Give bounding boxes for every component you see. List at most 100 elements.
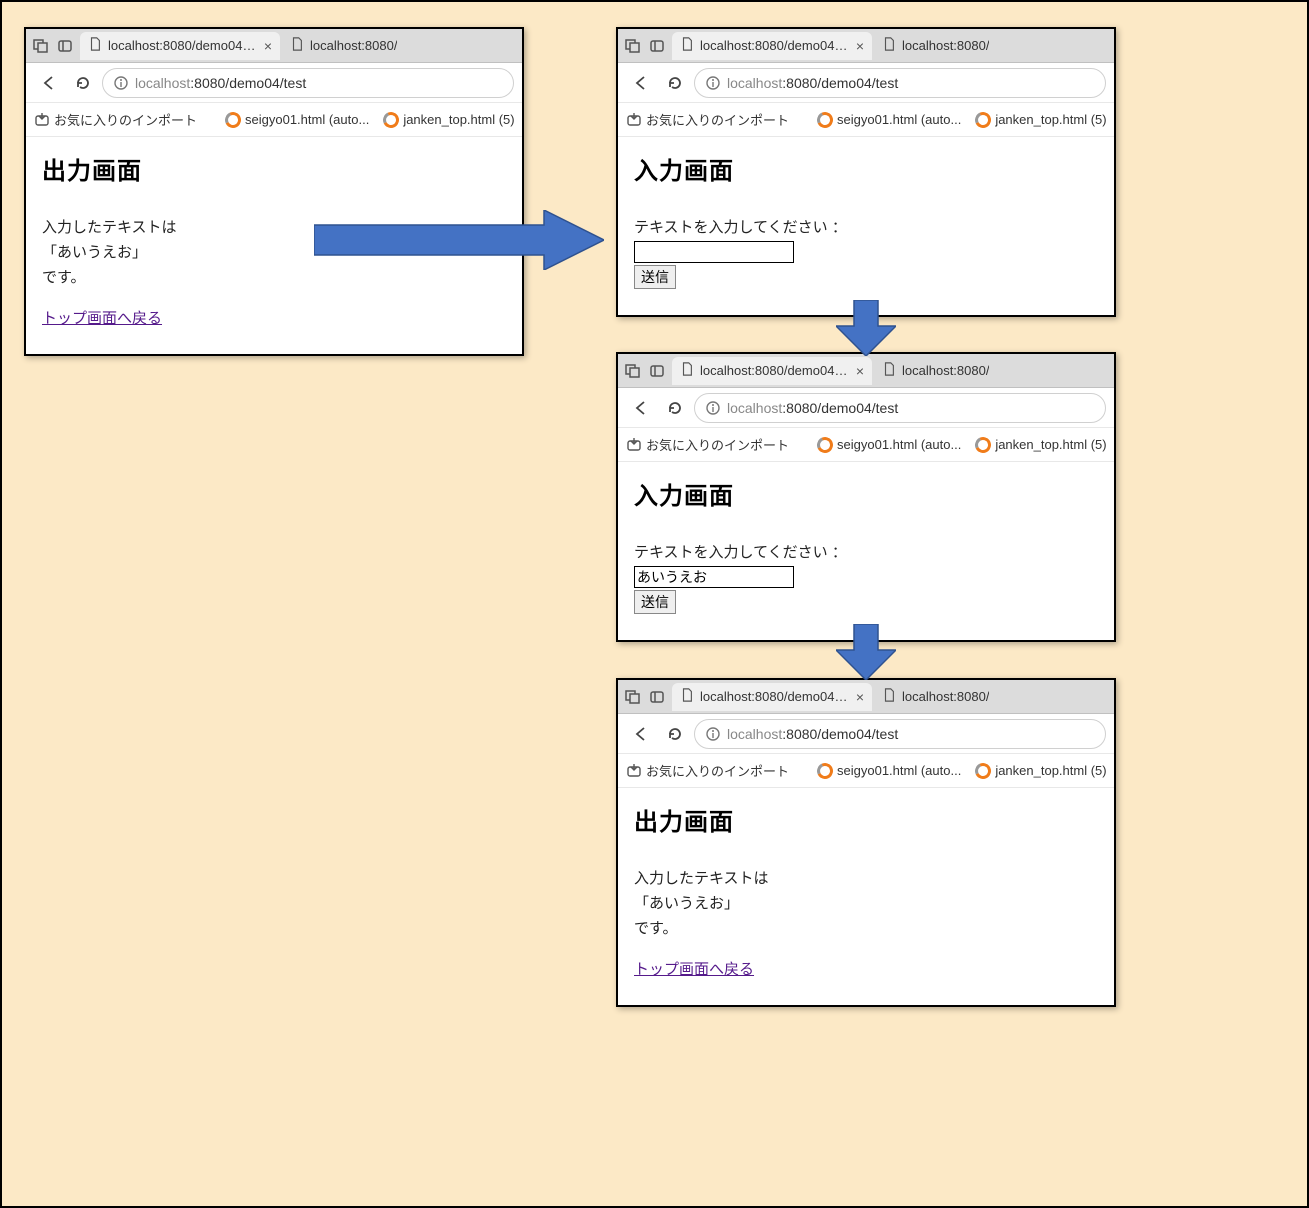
tab-inactive[interactable]: localhost:8080/ (874, 683, 997, 711)
url-text: localhost:8080/demo04/test (727, 726, 898, 742)
bookmark-2[interactable]: janken_top.html (5) (975, 437, 1106, 453)
output-line-1: 入力したテキストは (634, 867, 1098, 888)
address-bar: localhost:8080/demo04/test (618, 714, 1114, 754)
bookmark-import[interactable]: お気に入りのインポート (626, 435, 789, 454)
info-icon (705, 75, 721, 91)
back-button[interactable] (626, 393, 656, 423)
page-content: 出力画面 入力したテキストは 「あいうえお」 です。 トップ画面へ戻る (618, 788, 1114, 1005)
import-icon (626, 437, 642, 453)
browser-window-output-2: localhost:8080/demo04/test × localhost:8… (616, 678, 1116, 1007)
tabs-bar: localhost:8080/demo04/test × localhost:8… (618, 29, 1114, 63)
close-icon[interactable]: × (264, 38, 272, 54)
refresh-button[interactable] (660, 68, 690, 98)
workspaces-icon[interactable] (30, 35, 52, 57)
bookmark-import[interactable]: お気に入りのインポート (626, 110, 789, 129)
back-button[interactable] (626, 68, 656, 98)
submit-button[interactable]: 送信 (634, 265, 676, 289)
import-icon (34, 112, 50, 128)
tab-active[interactable]: localhost:8080/demo04/test × (672, 357, 872, 385)
back-button[interactable] (34, 68, 64, 98)
workspaces-icon[interactable] (622, 360, 644, 382)
page-heading: 出力画面 (634, 802, 1098, 837)
tab-active[interactable]: localhost:8080/demo04/test × (80, 32, 280, 60)
info-icon (113, 75, 129, 91)
bookmarks-bar: お気に入りのインポート seigyo01.html (auto... janke… (618, 754, 1114, 788)
bookmark-import[interactable]: お気に入りのインポート (626, 761, 789, 780)
browser-window-input-empty: localhost:8080/demo04/test × localhost:8… (616, 27, 1116, 317)
page-heading: 入力画面 (634, 476, 1098, 511)
url-text: localhost:8080/demo04/test (727, 75, 898, 91)
back-link[interactable]: トップ画面へ戻る (634, 961, 754, 978)
bookmark-1[interactable]: seigyo01.html (auto... (817, 437, 961, 453)
text-input[interactable] (634, 241, 794, 263)
page-icon (88, 37, 102, 54)
bookmarks-bar: お気に入りのインポート seigyo01.html (auto... janke… (618, 103, 1114, 137)
refresh-button[interactable] (660, 719, 690, 749)
bookmark-2[interactable]: janken_top.html (5) (383, 112, 514, 128)
tab-inactive[interactable]: localhost:8080/ (282, 32, 405, 60)
tab-inactive[interactable]: localhost:8080/ (874, 32, 997, 60)
favicon-icon (815, 760, 836, 781)
page-content: 入力画面 テキストを入力してください ： 送信 (618, 462, 1114, 640)
submit-button[interactable]: 送信 (634, 590, 676, 614)
favicon-icon (223, 109, 244, 130)
refresh-button[interactable] (660, 393, 690, 423)
output-line-3: です。 (634, 917, 1098, 938)
favicon-icon (973, 434, 994, 455)
tabs-bar: localhost:8080/demo04/test × localhost:8… (26, 29, 522, 63)
address-bar: localhost:8080/demo04/test (618, 63, 1114, 103)
tabs-bar: localhost:8080/demo04/test × localhost:8… (618, 680, 1114, 714)
bookmark-1[interactable]: seigyo01.html (auto... (817, 112, 961, 128)
page-icon (680, 688, 694, 705)
close-icon[interactable]: × (856, 38, 864, 54)
page-icon (882, 362, 896, 379)
favicon-icon (973, 109, 994, 130)
panel-icon[interactable] (646, 360, 668, 382)
panel-icon[interactable] (646, 686, 668, 708)
page-icon (290, 37, 304, 54)
close-icon[interactable]: × (856, 363, 864, 379)
favicon-icon (973, 760, 994, 781)
address-bar: localhost:8080/demo04/test (618, 388, 1114, 428)
tab-active-label: localhost:8080/demo04/test (700, 38, 850, 53)
page-icon (680, 362, 694, 379)
arrow-down-icon (836, 300, 896, 356)
back-link[interactable]: トップ画面へ戻る (42, 310, 162, 327)
page-icon (882, 688, 896, 705)
browser-window-output-1: localhost:8080/demo04/test × localhost:8… (24, 27, 524, 356)
page-icon (882, 37, 896, 54)
bookmark-1[interactable]: seigyo01.html (auto... (817, 763, 961, 779)
back-button[interactable] (626, 719, 656, 749)
page-heading: 入力画面 (634, 151, 1098, 186)
page-heading: 出力画面 (42, 151, 506, 186)
url-input[interactable]: localhost:8080/demo04/test (694, 68, 1106, 98)
panel-icon[interactable] (646, 35, 668, 57)
input-prompt: テキストを入力してください ： (634, 216, 1098, 237)
url-input[interactable]: localhost:8080/demo04/test (694, 393, 1106, 423)
close-icon[interactable]: × (856, 689, 864, 705)
workspaces-icon[interactable] (622, 686, 644, 708)
bookmark-import[interactable]: お気に入りのインポート (34, 110, 197, 129)
input-prompt: テキストを入力してください ： (634, 541, 1098, 562)
bookmarks-bar: お気に入りのインポート seigyo01.html (auto... janke… (618, 428, 1114, 462)
workspaces-icon[interactable] (622, 35, 644, 57)
tab-inactive[interactable]: localhost:8080/ (874, 357, 997, 385)
url-input[interactable]: localhost:8080/demo04/test (694, 719, 1106, 749)
arrow-down-icon (836, 624, 896, 680)
url-input[interactable]: localhost:8080/demo04/test (102, 68, 514, 98)
panel-icon[interactable] (54, 35, 76, 57)
page-icon (680, 37, 694, 54)
text-input[interactable] (634, 566, 794, 588)
tab-inactive-label: localhost:8080/ (310, 38, 397, 53)
refresh-button[interactable] (68, 68, 98, 98)
tab-active[interactable]: localhost:8080/demo04/test × (672, 32, 872, 60)
tabs-bar: localhost:8080/demo04/test × localhost:8… (618, 354, 1114, 388)
tab-active[interactable]: localhost:8080/demo04/test × (672, 683, 872, 711)
browser-window-input-filled: localhost:8080/demo04/test × localhost:8… (616, 352, 1116, 642)
bookmark-1[interactable]: seigyo01.html (auto... (225, 112, 369, 128)
bookmark-2[interactable]: janken_top.html (5) (975, 763, 1106, 779)
bookmark-2[interactable]: janken_top.html (5) (975, 112, 1106, 128)
output-line-2: 「あいうえお」 (634, 892, 1098, 913)
tab-inactive-label: localhost:8080/ (902, 363, 989, 378)
info-icon (705, 400, 721, 416)
